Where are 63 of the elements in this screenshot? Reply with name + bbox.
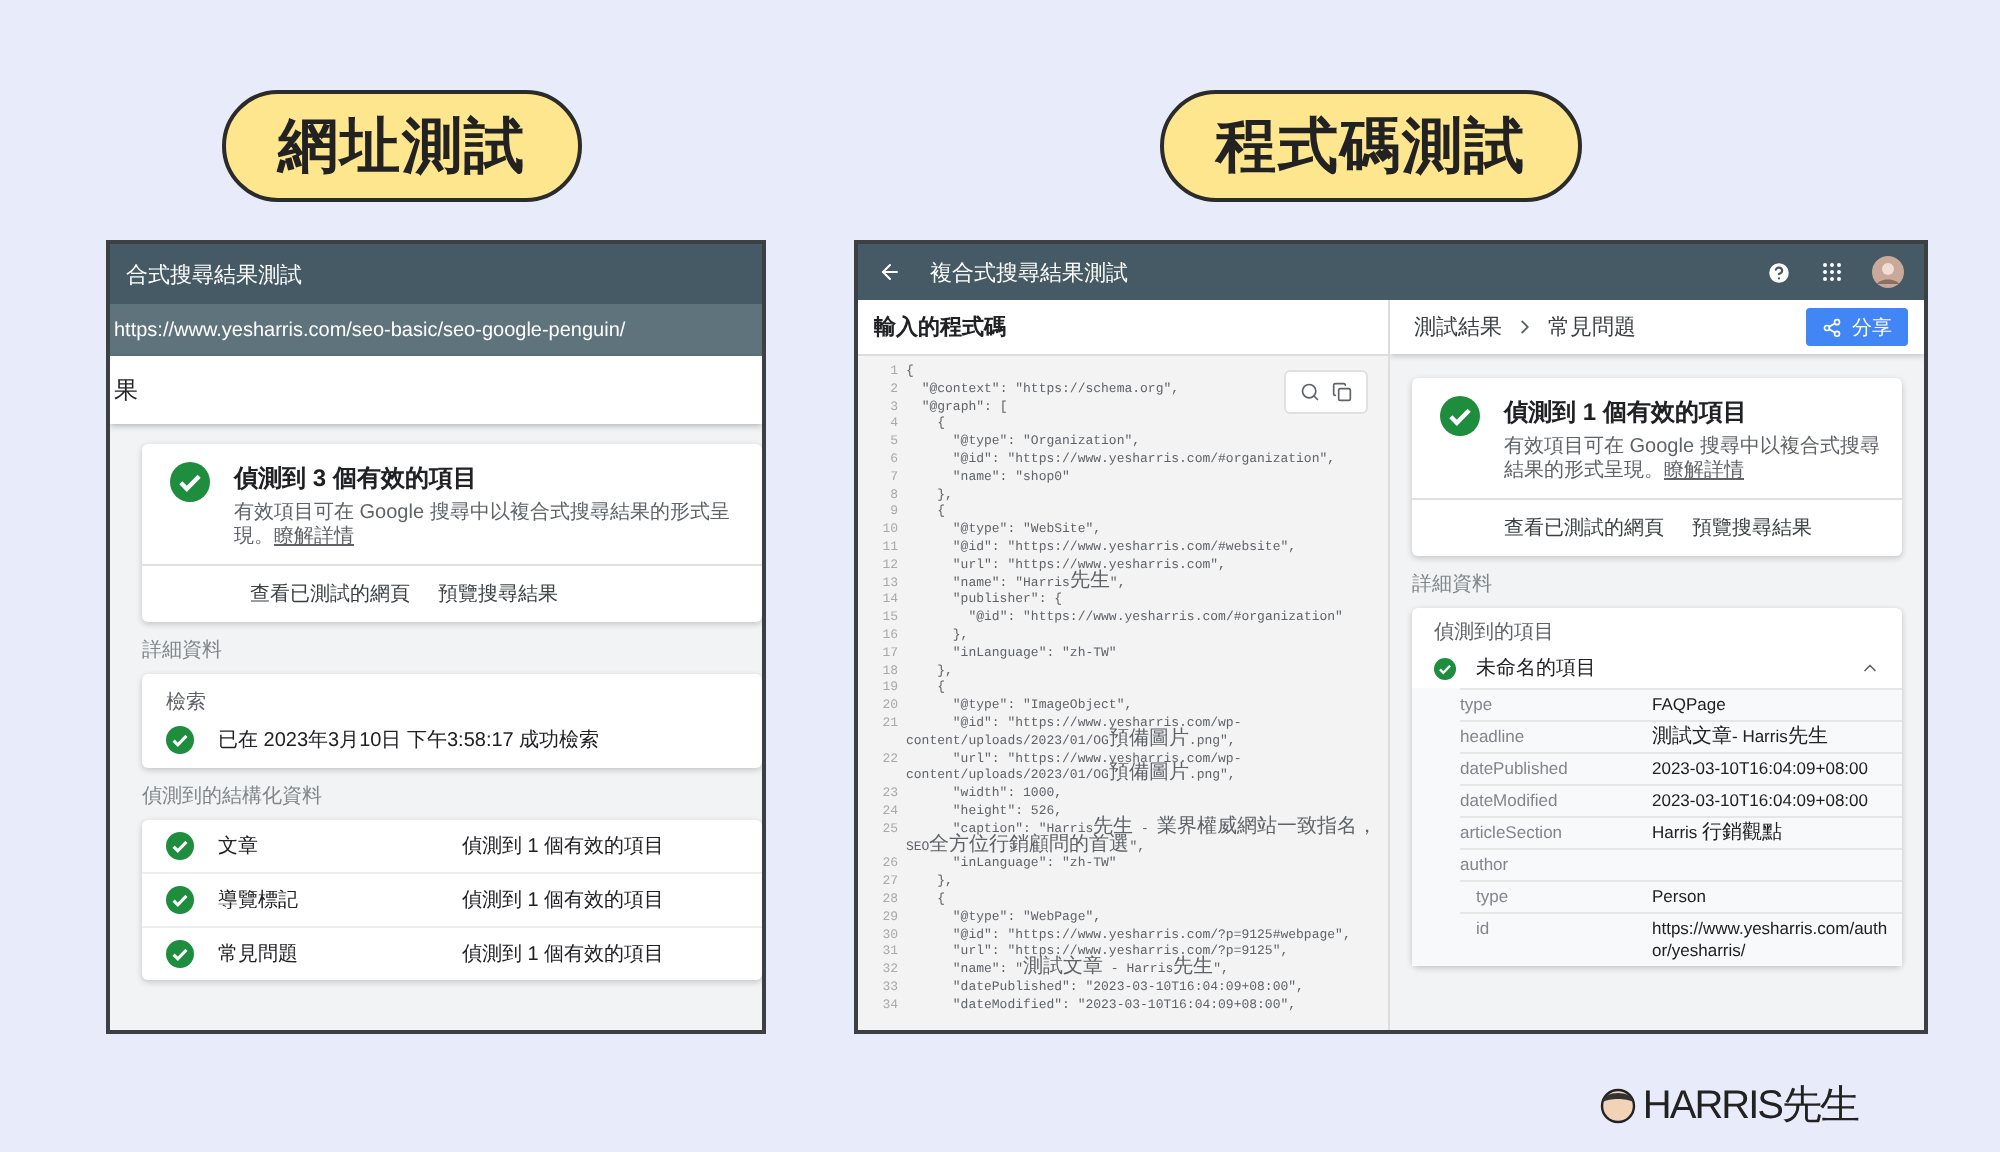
avatar-icon <box>1598 1084 1639 1124</box>
data-type-result: 偵測到 1 個有效的項目 <box>462 833 667 860</box>
property-name: id <box>1476 918 1492 942</box>
property-value: Person <box>1652 886 1708 908</box>
logo: HARRIS先生 <box>1642 1081 1858 1131</box>
data-type-name[interactable]: 常見問題 <box>218 940 438 968</box>
share-button[interactable]: 分享 <box>1806 308 1908 346</box>
property-name: type <box>1460 694 1495 716</box>
section-label: 詳細資料 <box>1412 571 1494 600</box>
check-circle-icon <box>166 940 194 968</box>
back-icon[interactable] <box>878 260 902 284</box>
section-title: 網址測試 <box>222 90 582 202</box>
property-name: datePublished <box>1460 758 1570 780</box>
avatar-icon[interactable] <box>1872 256 1904 288</box>
apps-icon[interactable] <box>1820 260 1844 284</box>
item-row[interactable]: 未命名的項目 <box>1412 650 1902 688</box>
learn-more-link[interactable]: 瞭解詳情 <box>274 526 354 548</box>
result-description: 有效項目可在 Google 搜尋中以複合式搜尋結果的形式呈現。瞭解詳情 <box>234 502 732 550</box>
section-label: 偵測到的結構化資料 <box>142 783 324 812</box>
property-name: type <box>1476 886 1511 908</box>
crawl-label: 檢索 <box>166 689 208 716</box>
check-circle-icon <box>166 726 194 754</box>
action-button[interactable]: 查看已測試的網頁 <box>250 576 410 612</box>
share-icon <box>1822 317 1842 337</box>
data-type-name[interactable]: 文章 <box>218 832 438 860</box>
search-icon[interactable] <box>1300 382 1320 402</box>
data-type-name[interactable]: 導覽標記 <box>218 886 438 914</box>
learn-more-link[interactable]: 瞭解詳情 <box>1664 460 1744 482</box>
help-icon[interactable] <box>1766 259 1792 285</box>
crawl-status: 已在 2023年3月10日 下午3:58:17 成功檢索 <box>218 727 600 754</box>
property-name: headline <box>1460 726 1527 748</box>
page-heading: 果 <box>114 373 138 407</box>
section-title: 程式碼測試 <box>1160 90 1582 202</box>
property-name: articleSection <box>1460 822 1565 844</box>
action-button[interactable]: 預覽搜尋結果 <box>438 576 558 612</box>
property-name: author <box>1460 854 1511 876</box>
pane-title: 輸入的程式碼 <box>874 313 1006 342</box>
result-headline: 偵測到 3 個有效的項目 <box>234 462 479 496</box>
check-circle-icon <box>1434 657 1456 679</box>
copy-icon[interactable] <box>1332 382 1352 402</box>
check-circle-icon <box>170 462 210 502</box>
breadcrumb-item[interactable]: 測試結果 <box>1414 312 1502 342</box>
check-circle-icon <box>166 886 194 914</box>
property-value: FAQPage <box>1652 694 1728 716</box>
property-name: dateModified <box>1460 790 1560 812</box>
action-button[interactable]: 查看已測試的網頁 <box>1504 510 1664 546</box>
check-circle-icon <box>166 832 194 860</box>
items-label: 偵測到的項目 <box>1432 619 1556 648</box>
section-label: 詳細資料 <box>142 637 224 666</box>
property-value: 測試文章- Harris先生 <box>1652 726 1830 748</box>
property-value: https://www.yesharris.com/author/yesharris/ <box>1652 918 1890 962</box>
result-description: 有效項目可在 Google 搜尋中以複合式搜尋結果的形式呈現。瞭解詳情 <box>1504 436 1882 484</box>
breadcrumb-item: 常見問題 <box>1548 314 1636 342</box>
data-type-result: 偵測到 1 個有效的項目 <box>462 941 667 968</box>
property-value: 2023-03-10T16:04:09+08:00 <box>1652 758 1870 780</box>
property-value: 2023-03-10T16:04:09+08:00 <box>1652 790 1870 812</box>
window-title: 合式搜尋結果測試 <box>126 261 302 289</box>
property-value: Harris 行銷觀點 <box>1652 822 1785 844</box>
result-headline: 偵測到 1 個有效的項目 <box>1504 396 1749 430</box>
check-circle-icon <box>1440 396 1480 436</box>
action-button[interactable]: 預覽搜尋結果 <box>1692 510 1812 546</box>
window-title: 複合式搜尋結果測試 <box>930 259 1128 287</box>
data-type-result: 偵測到 1 個有效的項目 <box>462 887 667 914</box>
